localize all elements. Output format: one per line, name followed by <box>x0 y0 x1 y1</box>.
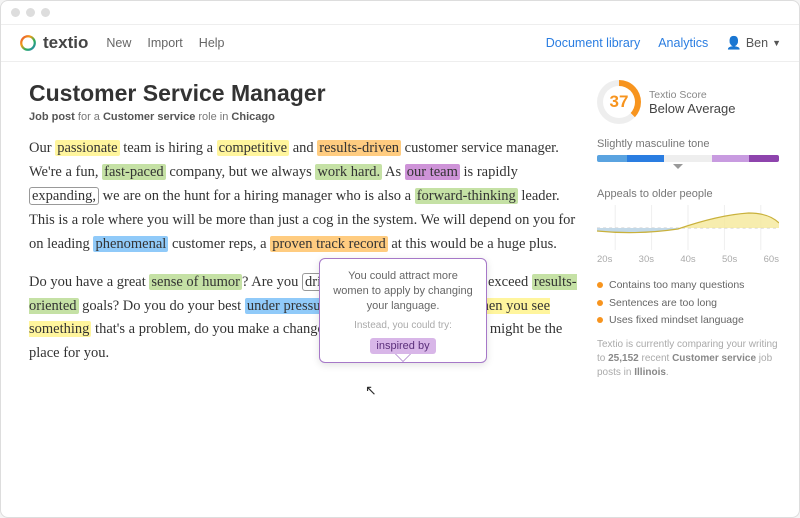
issue-item[interactable]: Contains too many questions <box>597 279 779 293</box>
window-titlebar <box>1 1 799 25</box>
tooltip-message: You could attract more women to apply by… <box>330 269 476 314</box>
score-status: Below Average <box>649 101 736 116</box>
nav-analytics[interactable]: Analytics <box>658 36 708 50</box>
logo-text: textio <box>43 33 88 53</box>
age-chart[interactable] <box>597 205 779 250</box>
document-title[interactable]: Customer Service Manager <box>29 80 577 107</box>
editor-pane[interactable]: Customer Service Manager Job post for a … <box>29 80 577 507</box>
highlight-expanding[interactable]: expanding, <box>29 187 99 205</box>
bullet-icon <box>597 300 603 306</box>
highlight-passionate[interactable]: passionate <box>55 140 119 156</box>
paragraph-1[interactable]: Our passionate team is hiring a competit… <box>29 137 577 257</box>
app-window: textio New Import Help Document library … <box>0 0 800 518</box>
highlight-work-hard[interactable]: work hard. <box>315 164 382 180</box>
window-dot <box>26 8 35 17</box>
tone-label: Slightly masculine tone <box>597 138 779 150</box>
age-label: Appeals to older people <box>597 188 779 200</box>
score-label: Textio Score <box>649 89 736 101</box>
highlight-sense-of-humor[interactable]: sense of humor <box>149 274 242 290</box>
issue-list: Contains too many questions Sentences ar… <box>597 279 779 328</box>
age-axis: 20s30s40s50s60s <box>597 254 779 265</box>
issue-item[interactable]: Uses fixed mindset language <box>597 314 779 328</box>
user-icon: 👤 <box>726 36 742 51</box>
highlight-competitive[interactable]: competitive <box>217 140 289 156</box>
tone-meter[interactable] <box>597 155 779 162</box>
main-nav: New Import Help <box>106 36 224 50</box>
nav-help[interactable]: Help <box>199 36 225 50</box>
highlight-proven-track[interactable]: proven track record <box>270 236 388 252</box>
paragraph-2[interactable]: Do you have a great sense of humor? Are … <box>29 271 577 367</box>
chevron-down-icon: ▼ <box>772 38 781 48</box>
highlight-our-team[interactable]: our team <box>405 164 460 180</box>
score-widget[interactable]: 37 Textio Score Below Average <box>597 80 779 124</box>
right-nav: Document library Analytics 👤 Ben ▼ <box>546 36 781 51</box>
content-body: Customer Service Manager Job post for a … <box>1 62 799 517</box>
highlight-forward-thinking[interactable]: forward-thinking <box>415 188 518 204</box>
window-dot <box>41 8 50 17</box>
window-dot <box>11 8 20 17</box>
nav-import[interactable]: Import <box>147 36 182 50</box>
tooltip-subtext: Instead, you could try: <box>330 320 476 331</box>
issue-item[interactable]: Sentences are too long <box>597 297 779 311</box>
logo[interactable]: textio <box>19 33 88 53</box>
score-circle: 37 <box>597 80 641 124</box>
logo-icon <box>19 34 37 52</box>
topbar: textio New Import Help Document library … <box>1 25 799 62</box>
tone-marker <box>597 164 779 174</box>
suggestion-tooltip: You could attract more women to apply by… <box>319 258 487 363</box>
document-subtitle: Job post for a Customer service role in … <box>29 111 577 123</box>
bullet-icon <box>597 282 603 288</box>
highlight-fast-paced[interactable]: fast-paced <box>102 164 166 180</box>
tooltip-suggestion[interactable]: inspired by <box>370 338 435 354</box>
user-menu[interactable]: 👤 Ben ▼ <box>726 36 781 51</box>
comparison-note: Textio is currently comparing your writi… <box>597 338 779 380</box>
bullet-icon <box>597 317 603 323</box>
nav-new[interactable]: New <box>106 36 131 50</box>
cursor-icon: ↖ <box>365 382 377 399</box>
highlight-results-driven[interactable]: results-driven <box>317 140 401 156</box>
highlight-phenomenal[interactable]: phenomenal <box>93 236 168 252</box>
sidebar: 37 Textio Score Below Average Slightly m… <box>597 80 779 507</box>
user-name: Ben <box>746 36 768 50</box>
nav-document-library[interactable]: Document library <box>546 36 640 50</box>
score-number: 37 <box>610 92 629 112</box>
